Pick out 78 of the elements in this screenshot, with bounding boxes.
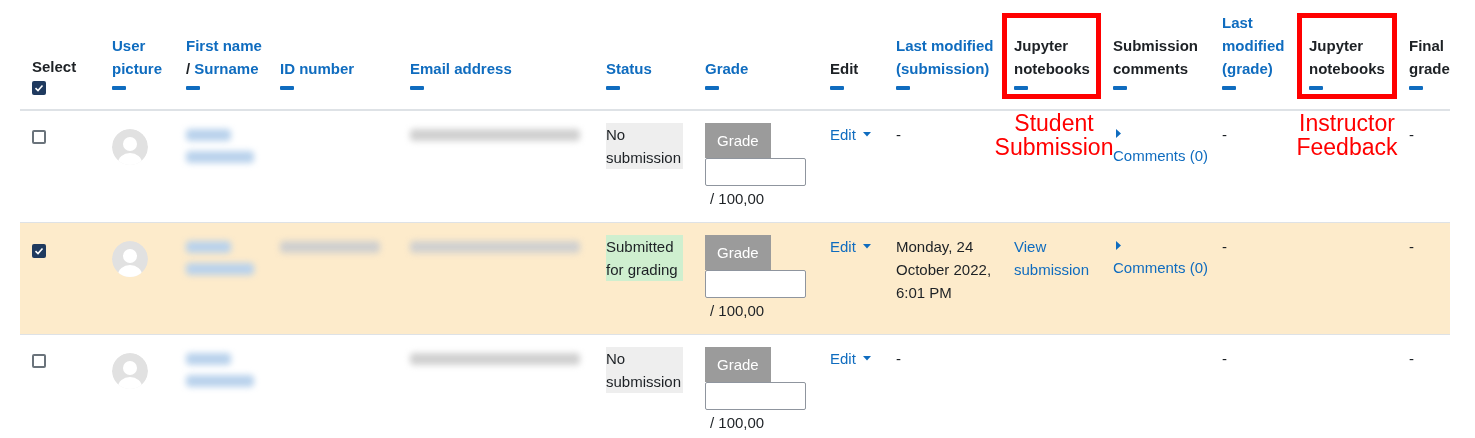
collapse-icon[interactable] [280,86,294,90]
caret-icon [862,356,871,361]
collapse-icon[interactable] [112,86,126,90]
grade-modified: - [1222,238,1227,255]
comments-link[interactable]: Comments (0) [1113,256,1210,279]
collapse-icon[interactable] [186,86,200,90]
collapse-icon[interactable] [1309,86,1323,90]
collapse-icon[interactable] [1014,86,1028,90]
grade-field[interactable] [705,382,806,410]
column-header: Select [32,57,78,77]
column-header: Jupyter notebooks [1014,36,1091,79]
grade-button[interactable]: Grade [705,123,771,158]
grade-maximum: / 100,00 [709,413,766,433]
blurred-text [186,241,231,253]
edit-menu[interactable]: Edit [830,235,871,258]
grade-button[interactable]: Grade [705,347,771,382]
status-label: No submission [606,123,683,169]
collapse-icon[interactable] [830,86,844,90]
checkbox[interactable] [32,244,46,258]
modified-date: Monday, 24 October 2022, 6:01 PM [896,237,993,303]
sort-link[interactable]: Surname [194,60,259,77]
column-header: / [186,60,191,77]
collapse-icon[interactable] [606,86,620,90]
final-grade: - [1409,126,1414,143]
checkbox[interactable] [32,354,46,368]
sort-link[interactable]: Last modified (submission) [896,34,1002,80]
collapse-icon[interactable] [410,86,424,90]
blurred-text [186,263,254,275]
caret-icon [862,132,871,137]
caret-icon [862,244,871,249]
blurred-text [186,375,254,387]
collapse-icon[interactable] [1409,86,1423,90]
final-grade: - [1409,238,1414,255]
grade-maximum: / 100,00 [709,189,766,209]
status-label: Submitted for grading [606,235,683,281]
sort-link[interactable]: Status [606,57,693,80]
sort-link[interactable]: Last modified (grade) [1222,11,1297,80]
grade-modified: - [1222,350,1227,367]
column-header: Edit [830,59,860,79]
edit-menu[interactable]: Edit [830,123,871,146]
column-header: Final grade [1409,36,1450,79]
checkbox[interactable] [32,81,46,95]
final-grade: - [1409,350,1414,367]
status-label: No submission [606,347,683,393]
grade-maximum: / 100,00 [709,301,766,321]
avatar-icon [112,129,148,165]
collapse-icon[interactable] [1113,86,1127,90]
grade-modified: - [1222,126,1227,143]
expand-icon[interactable] [1116,241,1121,250]
modified-date: - [896,125,902,145]
sort-link[interactable]: First name [186,37,262,54]
blurred-text [186,129,231,141]
blurred-text [186,151,254,163]
grade-button[interactable]: Grade [705,235,771,270]
annotation-text: Student Submission [993,111,1114,159]
check-icon [34,83,44,93]
collapse-icon[interactable] [1222,86,1236,90]
sort-link[interactable]: Grade [705,57,818,80]
check-icon [34,246,44,256]
sort-link[interactable]: ID number [280,57,398,80]
comments-link[interactable]: Comments (0) [1113,144,1210,167]
blurred-text [186,353,231,365]
avatar-icon [112,353,148,389]
column-header: Jupyter notebooks [1309,36,1386,79]
sort-link[interactable]: Email address [410,57,594,80]
column-header: Submission comments [1113,36,1199,79]
sort-link[interactable]: User picture [112,34,174,80]
annotation-text: Instructor Feedback [1295,111,1399,159]
collapse-icon[interactable] [705,86,719,90]
grade-field[interactable] [705,158,806,186]
collapse-icon[interactable] [896,86,910,90]
avatar-icon [112,241,148,277]
edit-menu[interactable]: Edit [830,347,871,370]
modified-date: - [896,349,902,369]
view-submission-link[interactable]: View submission [1014,235,1101,281]
grade-field[interactable] [705,270,806,298]
expand-icon[interactable] [1116,129,1121,138]
checkbox[interactable] [32,130,46,144]
